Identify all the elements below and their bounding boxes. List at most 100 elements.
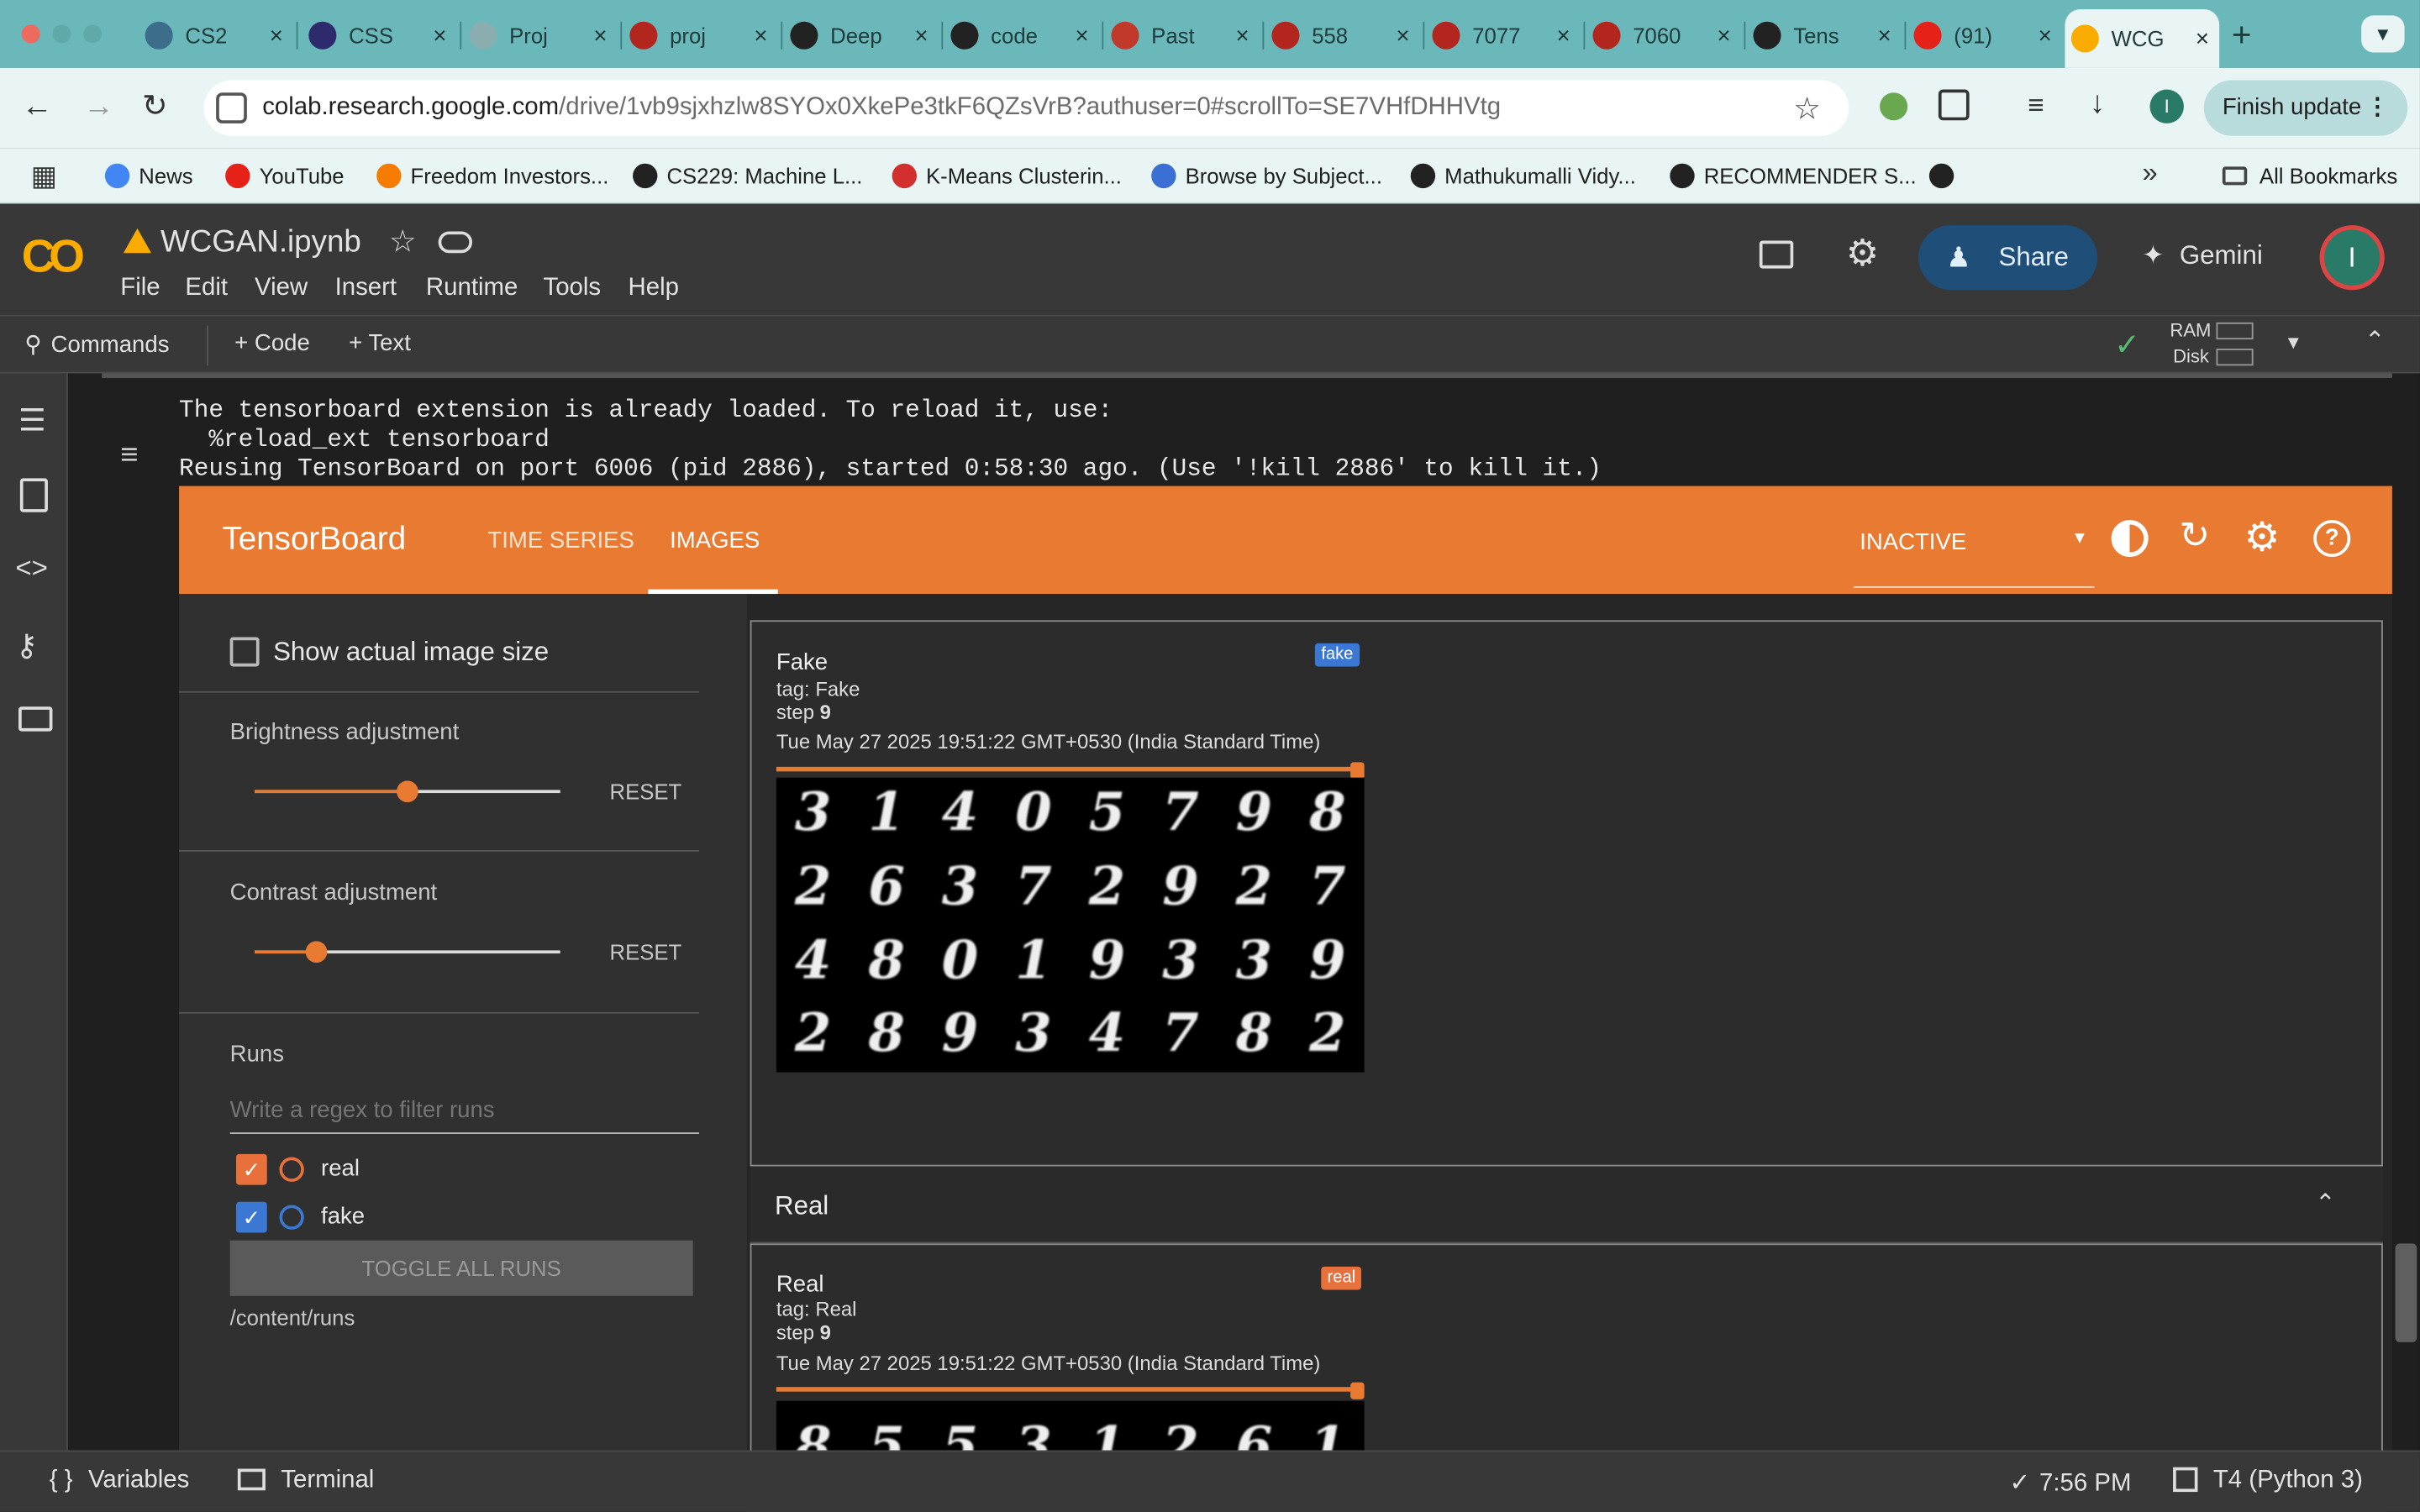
colab-logo[interactable]: CO	[22, 232, 85, 284]
commands-button[interactable]: ⚲ Commands	[24, 330, 169, 358]
star-icon[interactable]: ☆	[389, 222, 417, 260]
run-fake-checkbox[interactable]: ✓	[236, 1201, 267, 1233]
collapse-chevron-icon[interactable]: ⌃	[2315, 1188, 2336, 1219]
tab-images[interactable]: IMAGES	[648, 486, 778, 595]
bookmark-item[interactable]: RECOMMENDER S...	[1670, 160, 1917, 192]
variables-button[interactable]: { } Variables	[50, 1467, 190, 1495]
extension-icon[interactable]	[1880, 92, 1908, 121]
step-slider-thumb[interactable]	[1350, 1382, 1365, 1399]
run-real-checkbox[interactable]: ✓	[236, 1153, 267, 1185]
close-tab-icon[interactable]: ×	[583, 23, 617, 49]
bookmark-star-icon[interactable]: ☆	[1793, 90, 1821, 129]
back-button[interactable]: ←	[22, 90, 53, 125]
browser-tab[interactable]: Deep ×	[784, 13, 944, 59]
close-tab-icon[interactable]: ×	[1225, 23, 1259, 49]
settings-icon[interactable]: ⚙	[2244, 514, 2281, 562]
contrast-slider[interactable]	[255, 937, 560, 968]
close-tab-icon[interactable]: ×	[260, 23, 293, 49]
ram-label[interactable]: RAM	[2170, 319, 2211, 341]
browser-tab[interactable]: proj ×	[623, 13, 783, 59]
output-actions-icon[interactable]: ≡	[120, 438, 138, 474]
toc-icon[interactable]: ☰	[18, 402, 46, 440]
account-avatar[interactable]: I	[2319, 225, 2385, 291]
find-icon[interactable]	[19, 478, 48, 512]
bookmark-item[interactable]	[1928, 160, 1963, 192]
bookmark-item[interactable]: Freedom Investors...	[376, 160, 608, 192]
close-tab-icon[interactable]: ×	[1546, 23, 1580, 49]
browser-tab[interactable]: Past ×	[1105, 13, 1265, 59]
browser-tab[interactable]: 7077 ×	[1426, 13, 1586, 59]
status-dropdown[interactable]: INACTIVE ▼	[1853, 486, 2095, 588]
toggle-all-runs-button[interactable]: TOGGLE ALL RUNS	[229, 1240, 693, 1296]
browser-tab[interactable]: (91) ×	[1907, 13, 2062, 59]
browser-tab[interactable]: Proj ×	[463, 13, 623, 59]
close-tab-icon[interactable]: ×	[423, 23, 456, 49]
show-actual-size-checkbox[interactable]	[229, 637, 260, 667]
runtime-indicator[interactable]: T4 (Python 3)	[2173, 1467, 2363, 1495]
profile-avatar[interactable]: I	[2149, 89, 2184, 123]
run-real-color-swatch[interactable]	[279, 1157, 304, 1182]
tab-search-button[interactable]: ▼	[2361, 15, 2405, 53]
bookmark-item[interactable]: YouTube	[225, 160, 345, 192]
media-icon[interactable]: ≡	[2028, 90, 2044, 123]
download-icon[interactable]: ↓	[2090, 87, 2105, 122]
forward-button[interactable]: →	[83, 90, 114, 125]
step-slider-thumb[interactable]	[1350, 762, 1365, 780]
apps-grid-icon[interactable]: ▦	[31, 160, 57, 193]
disk-label[interactable]: Disk	[2173, 345, 2209, 367]
bookmark-item[interactable]: Browse by Subject...	[1151, 160, 1382, 192]
bookmark-item[interactable]: CS229: Machine L...	[633, 160, 862, 192]
close-tab-icon[interactable]: ×	[2028, 23, 2061, 49]
maximize-window-button[interactable]	[83, 24, 103, 44]
tab-time-series[interactable]: TIME SERIES	[487, 528, 634, 554]
menu-insert[interactable]: Insert	[335, 275, 397, 302]
close-tab-icon[interactable]: ×	[1386, 23, 1419, 49]
share-button[interactable]: ♟ Share	[1918, 225, 2098, 291]
add-text-button[interactable]: + Text	[349, 330, 411, 356]
help-icon[interactable]: ?	[2313, 519, 2351, 558]
gemini-button[interactable]: ✦ Gemini	[2142, 241, 2262, 272]
execution-status[interactable]: ✓ 7:56 PM	[2009, 1467, 2131, 1499]
close-tab-icon[interactable]: ×	[2186, 25, 2219, 51]
real-section-header[interactable]: Real ⌃	[750, 1166, 2383, 1244]
step-slider[interactable]	[776, 762, 1365, 780]
settings-gear-icon[interactable]: ⚙	[1846, 232, 1880, 276]
close-tab-icon[interactable]: ×	[1065, 23, 1098, 49]
menu-help[interactable]: Help	[629, 275, 679, 302]
menu-file[interactable]: File	[120, 275, 160, 302]
all-bookmarks[interactable]: All Bookmarks	[2222, 160, 2397, 192]
menu-runtime[interactable]: Runtime	[426, 275, 518, 302]
menu-edit[interactable]: Edit	[185, 275, 228, 302]
refresh-icon[interactable]: ↻	[2179, 514, 2210, 559]
close-window-button[interactable]	[21, 24, 40, 44]
step-slider[interactable]	[776, 1382, 1365, 1399]
contrast-slider-thumb[interactable]	[304, 941, 327, 963]
notebook-name[interactable]: WCGAN.ipynb	[160, 225, 361, 260]
browser-tab[interactable]: WCG ×	[2065, 9, 2220, 68]
browser-tab[interactable]: 558 ×	[1265, 13, 1425, 59]
terminal-button[interactable]: Terminal	[237, 1467, 374, 1495]
reload-button[interactable]: ↻	[142, 87, 168, 125]
close-tab-icon[interactable]: ×	[744, 23, 777, 49]
more-bookmarks-icon[interactable]: »	[2142, 157, 2157, 190]
new-tab-button[interactable]: +	[2232, 15, 2252, 55]
contrast-reset-button[interactable]: RESET	[609, 940, 681, 964]
close-tab-icon[interactable]: ×	[904, 23, 938, 49]
bookmark-item[interactable]: K-Means Clusterin...	[892, 160, 1122, 192]
key-icon[interactable]: ⚷	[15, 627, 38, 665]
menu-tools[interactable]: Tools	[544, 275, 602, 302]
site-info-icon[interactable]	[216, 92, 247, 123]
run-fake-color-swatch[interactable]	[279, 1205, 304, 1230]
collapse-header-icon[interactable]: ⌃	[2365, 326, 2386, 357]
close-tab-icon[interactable]: ×	[1867, 23, 1901, 49]
close-tab-icon[interactable]: ×	[1707, 23, 1740, 49]
runs-filter-input[interactable]	[229, 1087, 700, 1134]
bookmark-item[interactable]: News	[104, 160, 193, 192]
theme-toggle-icon[interactable]	[2111, 519, 2149, 558]
folder-icon[interactable]	[18, 706, 53, 732]
browser-tab[interactable]: CS2 ×	[139, 13, 298, 59]
brightness-reset-button[interactable]: RESET	[609, 780, 681, 804]
browser-tab[interactable]: Tens ×	[1747, 13, 1907, 59]
add-code-button[interactable]: + Code	[234, 330, 310, 356]
puzzle-icon[interactable]	[1938, 89, 1970, 121]
